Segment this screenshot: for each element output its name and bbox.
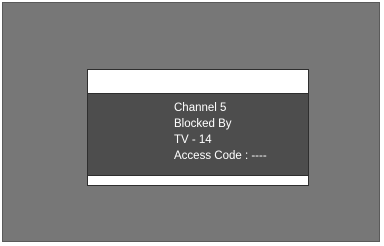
blocked-by-label: Blocked By <box>174 118 232 130</box>
dialog-body: Channel 5 Blocked By TV - 14 Access Code… <box>88 94 308 175</box>
rating-label: TV - 14 <box>174 134 212 146</box>
tv-screen: Channel 5 Blocked By TV - 14 Access Code… <box>2 2 380 242</box>
channel-label: Channel 5 <box>174 102 227 114</box>
access-code-field[interactable]: Access Code : ---- <box>174 149 267 163</box>
channel-block-dialog: Channel 5 Blocked By TV - 14 Access Code… <box>87 69 309 186</box>
dialog-footer-bar <box>88 175 308 185</box>
dialog-header-bar <box>88 70 308 94</box>
